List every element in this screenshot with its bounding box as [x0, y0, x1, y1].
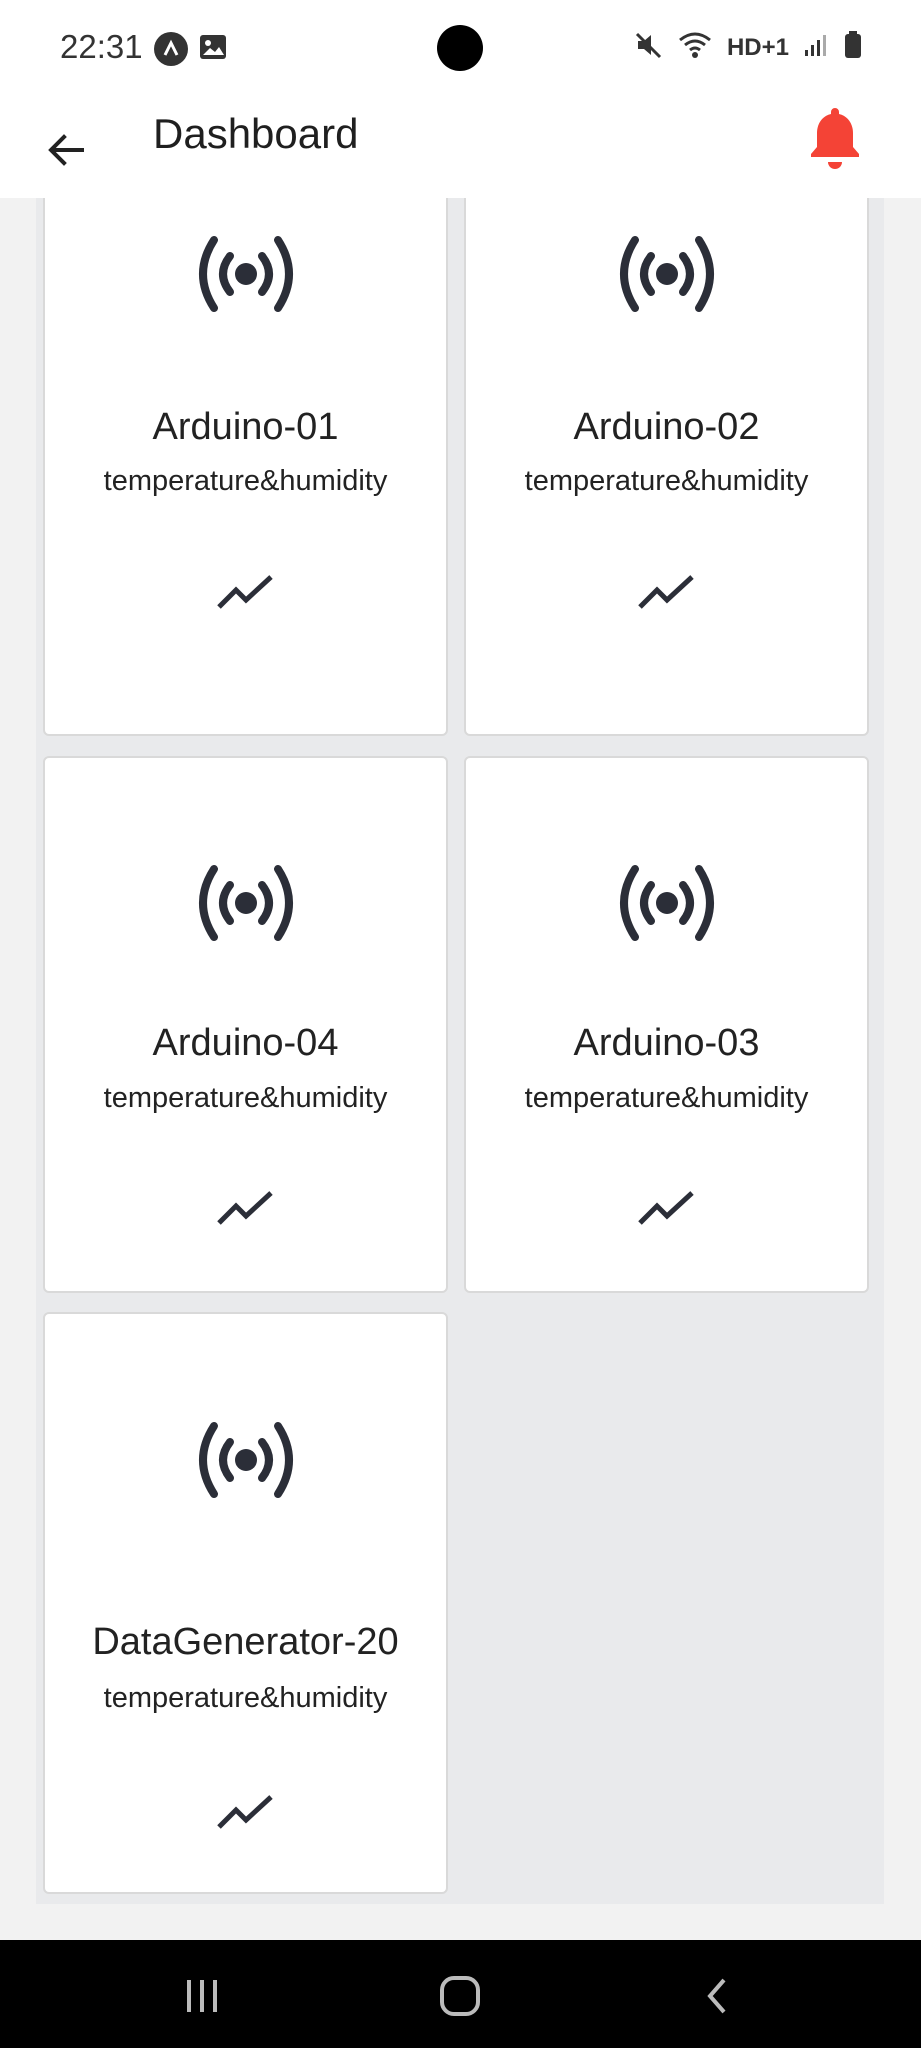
page-title: Dashboard — [153, 110, 359, 157]
trending-icon — [637, 575, 694, 609]
image-icon — [198, 32, 228, 67]
signal-icon — [803, 32, 829, 63]
trending-icon — [216, 1191, 273, 1225]
device-type: temperature&humidity — [103, 1082, 388, 1114]
arrow-left-icon — [48, 134, 84, 166]
nav-back-button[interactable] — [690, 1968, 746, 2024]
device-name: Arduino-02 — [573, 406, 760, 448]
system-nav-bar — [0, 1940, 921, 2048]
sensor-icon — [198, 865, 293, 941]
trending-icon — [216, 575, 273, 609]
camera-cutout — [437, 25, 483, 71]
device-name: Arduino-03 — [573, 1022, 760, 1064]
device-type: temperature&humidity — [524, 1082, 809, 1114]
status-bar: 22:31 HD+1 — [0, 0, 921, 100]
notifications-button[interactable] — [804, 104, 866, 170]
app-notification-icon — [154, 32, 188, 66]
battery-icon — [843, 30, 863, 65]
device-type: temperature&humidity — [103, 465, 388, 497]
app-bar — [0, 100, 921, 198]
sensor-icon — [619, 865, 714, 941]
trending-icon — [216, 1795, 273, 1829]
device-card[interactable]: Arduino-01 temperature&humidity — [43, 198, 448, 736]
wifi-icon — [677, 30, 713, 65]
device-name: Arduino-01 — [152, 406, 339, 448]
hd-icon: HD+1 — [726, 33, 789, 61]
device-card[interactable]: Arduino-02 temperature&humidity — [464, 198, 869, 736]
device-grid: Arduino-01 temperature&humidity Arduino-… — [36, 198, 884, 1904]
trending-icon — [637, 1191, 694, 1225]
device-card[interactable]: DataGenerator-20 temperature&humidity — [43, 1312, 448, 1894]
sensor-icon — [198, 1422, 293, 1498]
status-left-icons — [154, 32, 228, 67]
back-button[interactable] — [36, 120, 96, 180]
mute-icon — [633, 30, 663, 65]
sensor-icon — [619, 236, 714, 312]
recent-apps-button[interactable] — [174, 1968, 230, 2024]
device-card[interactable]: Arduino-04 temperature&humidity — [43, 756, 448, 1293]
status-time: 22:31 — [60, 28, 143, 65]
home-button[interactable] — [432, 1968, 488, 2024]
recent-apps-icon — [187, 1980, 217, 2012]
home-icon — [440, 1976, 480, 2016]
bell-icon — [811, 108, 859, 169]
sensor-icon — [198, 236, 293, 312]
device-card[interactable]: Arduino-03 temperature&humidity — [464, 756, 869, 1293]
device-name: DataGenerator-20 — [92, 1621, 399, 1663]
status-right-icons: HD+1 — [633, 30, 863, 65]
back-icon — [707, 1978, 726, 2014]
device-name: Arduino-04 — [152, 1022, 339, 1064]
device-type: temperature&humidity — [103, 1682, 388, 1714]
device-type: temperature&humidity — [524, 465, 809, 497]
